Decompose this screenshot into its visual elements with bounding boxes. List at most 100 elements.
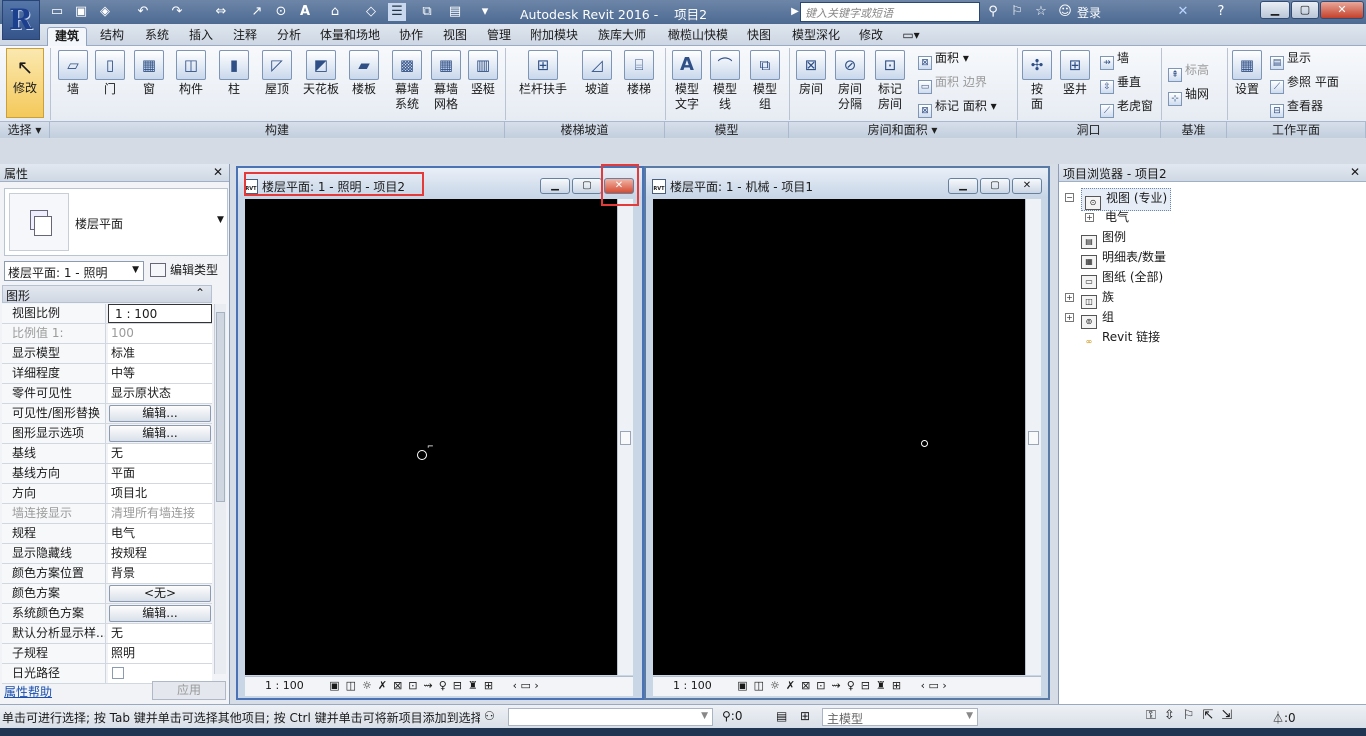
- expand-toggle-icon[interactable]: +: [1065, 313, 1074, 322]
- text-icon[interactable]: A: [296, 3, 314, 21]
- sun-path-checkbox[interactable]: [112, 667, 124, 679]
- wall-button[interactable]: ▱ 墙: [54, 50, 92, 97]
- ceiling-button[interactable]: ◩ 天花板: [300, 50, 342, 97]
- ramp-button[interactable]: ◿ 坡道: [580, 50, 614, 97]
- view-window-mechanical[interactable]: RVT 楼层平面: 1 - 机械 - 项目1 ▁ ▢ ✕ 1 : 100 ▣◫☼…: [644, 166, 1050, 700]
- view-minimize-button-2[interactable]: ▁: [948, 178, 978, 194]
- selection-filter-icons[interactable]: ⚿⇳⚐⇱⇲: [1146, 708, 1240, 723]
- user-icon[interactable]: ☺: [1056, 3, 1074, 21]
- tab-architecture[interactable]: 建筑: [47, 27, 87, 46]
- view-scale-2[interactable]: 1 : 100: [673, 679, 712, 692]
- close-icon[interactable]: ✕: [1350, 165, 1360, 179]
- view-restore-button-2[interactable]: ▢: [980, 178, 1010, 194]
- level-button[interactable]: ⇞ 标高: [1168, 62, 1209, 82]
- grid-button[interactable]: ⊹ 轴网: [1168, 86, 1209, 106]
- view-window-lighting[interactable]: RVT 楼层平面: 1 - 照明 - 项目2 ▁ ▢ ✕ ⌐ 1 : 100 ▣…: [236, 166, 644, 700]
- area-button[interactable]: ⊠ 面积 ▾: [918, 50, 969, 70]
- view-title-bar-2[interactable]: RVT 楼层平面: 1 - 机械 - 项目1 ▁ ▢ ✕: [646, 168, 1048, 198]
- type-selector[interactable]: 楼层平面 ▼: [4, 188, 228, 256]
- browser-item-3[interactable]: ▦ 明细表/数量: [1081, 248, 1166, 269]
- search-input[interactable]: 键入关键字或短语: [800, 2, 980, 22]
- set-workplane-button[interactable]: ▦ 设置: [1230, 50, 1264, 97]
- edit-type-button[interactable]: 编辑类型: [150, 261, 218, 278]
- tag-area-button[interactable]: ⊠ 标记 面积 ▾: [918, 98, 997, 118]
- minimize-button[interactable]: ▁: [1260, 1, 1290, 19]
- curtain-system-button[interactable]: ▩ 幕墙 系统: [388, 50, 426, 112]
- shaft-button[interactable]: ⊞ 竖井: [1058, 50, 1092, 97]
- properties-help-link[interactable]: 属性帮助: [4, 683, 52, 700]
- property-value[interactable]: <无>: [109, 585, 211, 602]
- view-scale[interactable]: 1 : 100: [265, 679, 304, 692]
- thin-lines-icon[interactable]: ☰: [388, 3, 406, 21]
- binoculars-icon[interactable]: ⚲: [984, 3, 1002, 21]
- tab-model-deepen[interactable]: 模型深化: [786, 27, 846, 46]
- drawing-canvas-2[interactable]: [653, 199, 1025, 675]
- tab-insert[interactable]: 插入: [184, 27, 218, 46]
- tab-structure[interactable]: 结构: [95, 27, 129, 46]
- mullion-button[interactable]: ▥ 竖梃: [466, 50, 500, 97]
- save-icon[interactable]: ▣: [72, 3, 90, 21]
- favorites-icon[interactable]: ☆: [1032, 3, 1050, 21]
- design-options-icon[interactable]: ▤: [776, 709, 787, 723]
- properties-scrollbar[interactable]: [214, 304, 226, 674]
- instance-selector[interactable]: 楼层平面: 1 - 照明 ▼: [4, 261, 144, 281]
- exchange-icon[interactable]: ✕: [1174, 3, 1192, 21]
- sync-icon[interactable]: ◈: [96, 3, 114, 21]
- browser-item-7[interactable]: ∞ Revit 链接: [1081, 328, 1160, 350]
- design-option-dropdown[interactable]: 主模型 ▼: [822, 708, 978, 726]
- railing-button[interactable]: ⊞ 栏杆扶手: [516, 50, 570, 97]
- curtain-grid-button[interactable]: ▦ 幕墙 网格: [428, 50, 464, 112]
- panel-toggle-icon[interactable]: ▭▾: [896, 27, 926, 46]
- room-separator-button[interactable]: ⊘ 房间 分隔: [832, 50, 868, 112]
- window-button[interactable]: ▦ 窗: [132, 50, 166, 97]
- view-scrollbar[interactable]: [617, 199, 633, 675]
- property-value[interactable]: 编辑...: [109, 605, 211, 622]
- browser-item-1[interactable]: 电气: [1105, 208, 1129, 226]
- login-button[interactable]: 登录: [1077, 4, 1101, 21]
- area-boundary-button[interactable]: ▭ 面积 边界: [918, 74, 987, 94]
- tab-modify[interactable]: 修改: [854, 27, 888, 46]
- tab-olive-mountain[interactable]: 橄榄山快模: [664, 27, 732, 46]
- browser-item-5[interactable]: ◫ 族: [1081, 288, 1114, 309]
- property-value[interactable]: 编辑...: [109, 405, 211, 422]
- tab-view[interactable]: 视图: [438, 27, 472, 46]
- door-button[interactable]: ▯ 门: [94, 50, 126, 97]
- browser-item-6[interactable]: ⊚ 组: [1081, 308, 1114, 329]
- room-button[interactable]: ⊠ 房间: [794, 50, 828, 97]
- tab-massing[interactable]: 体量和场地: [316, 27, 384, 46]
- customize-toolbar-icon[interactable]: ▾: [476, 3, 494, 21]
- view-scrollbar-2[interactable]: [1025, 199, 1041, 675]
- tab-systems[interactable]: 系统: [140, 27, 174, 46]
- open-icon[interactable]: ▭: [48, 3, 66, 21]
- view-control-icons-2[interactable]: ▣◫☼✗⊠⊡⇝♀⊟♜⊞: [737, 679, 907, 692]
- view-minimize-button[interactable]: ▁: [540, 178, 570, 194]
- apply-button[interactable]: 应用: [152, 681, 226, 700]
- stair-button[interactable]: ⌸ 楼梯: [622, 50, 656, 97]
- elevation-marker-icon-2[interactable]: [921, 440, 928, 447]
- expand-toggle-icon[interactable]: −: [1065, 193, 1074, 202]
- vertical-opening-button[interactable]: ⇳ 垂直: [1100, 74, 1141, 94]
- horizontal-scroll-arrow-icon[interactable]: ‹ ▭ ›: [513, 679, 539, 692]
- tag-room-button[interactable]: ⊡ 标记 房间: [872, 50, 908, 112]
- viewer-button[interactable]: ⊟ 查看器: [1270, 98, 1323, 118]
- application-menu-button[interactable]: R: [2, 0, 40, 40]
- model-text-button[interactable]: A 模型 文字: [670, 50, 704, 112]
- undo-icon[interactable]: ↶: [134, 3, 152, 21]
- property-value[interactable]: 编辑...: [109, 425, 211, 442]
- maximize-button[interactable]: ▢: [1291, 1, 1319, 19]
- show-workplane-button[interactable]: ▤ 显示: [1270, 50, 1311, 70]
- drawing-canvas[interactable]: ⌐: [245, 199, 617, 675]
- subscription-icon[interactable]: ⚐: [1008, 3, 1026, 21]
- dimension-icon[interactable]: ↗: [248, 3, 266, 21]
- view-restore-button[interactable]: ▢: [572, 178, 602, 194]
- browser-item-4[interactable]: ▭ 图纸 (全部): [1081, 268, 1163, 289]
- editing-requests-icon[interactable]: ⚲:0: [722, 709, 742, 723]
- tab-annotate[interactable]: 注释: [228, 27, 262, 46]
- select-group-label[interactable]: 选择 ▾: [0, 121, 50, 138]
- workset-dropdown[interactable]: ▼: [508, 708, 713, 726]
- 3d-view-icon[interactable]: ⌂: [326, 3, 344, 21]
- floor-button[interactable]: ▰ 楼板: [346, 50, 382, 97]
- tab-addins[interactable]: 附加模块: [526, 27, 582, 46]
- by-face-button[interactable]: ✣ 按 面: [1020, 50, 1054, 112]
- close-button[interactable]: ✕: [1320, 1, 1364, 19]
